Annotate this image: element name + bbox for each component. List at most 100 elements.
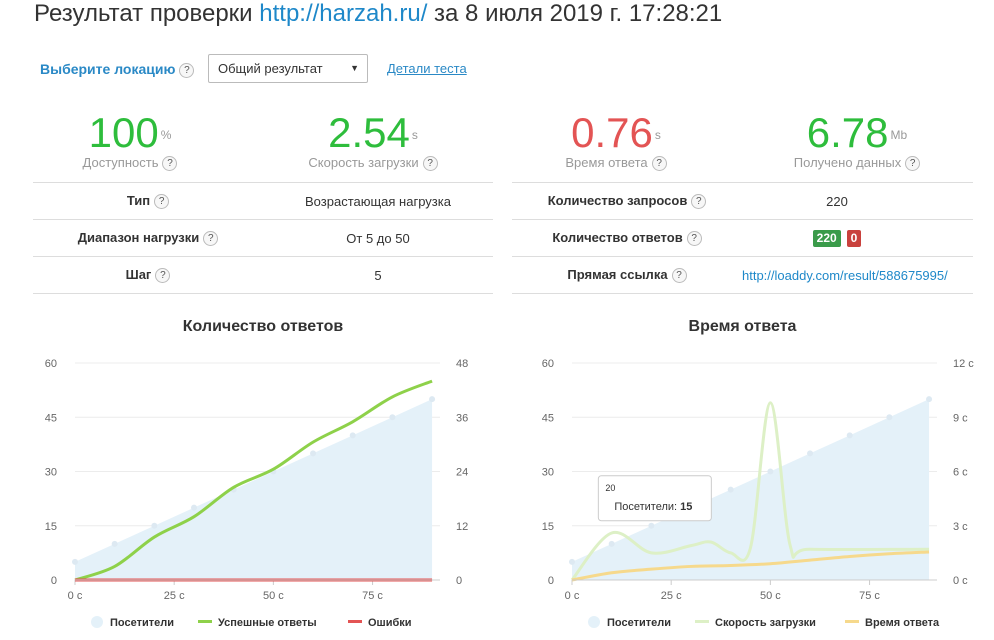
visitors-point — [648, 522, 655, 529]
test-details-link[interactable]: Детали теста — [387, 61, 467, 76]
y-right-tick-label: 0 с — [953, 575, 968, 587]
location-select-value: Общий результат — [218, 61, 323, 76]
help-icon[interactable]: ? — [691, 194, 707, 210]
tooltip-header: 20 — [605, 483, 615, 493]
y-right-tick-label: 48 — [456, 358, 468, 370]
chevron-down-icon: ▼ — [350, 63, 359, 73]
y-right-tick-label: 9 с — [953, 412, 968, 424]
visitors-point — [111, 540, 118, 547]
table-row: Диапазон нагрузки? От 5 до 50 — [33, 220, 493, 257]
visitors-point — [72, 558, 78, 565]
y-left-tick-label: 60 — [542, 358, 554, 370]
y-left-tick-label: 15 — [542, 521, 554, 533]
visitors-point — [310, 450, 317, 457]
table-row: Прямая ссылка? http://loaddy.com/result/… — [512, 257, 973, 294]
legend-item: Посетители — [588, 616, 671, 629]
visitors-point — [767, 468, 774, 475]
metric-availability: 100% Доступность? — [10, 109, 250, 172]
x-tick-label: 75 с — [362, 590, 383, 602]
x-tick-label: 25 с — [661, 590, 682, 602]
y-left-tick-label: 15 — [45, 521, 57, 533]
y-right-tick-label: 12 с — [953, 358, 974, 370]
y-left-tick-label: 30 — [45, 467, 57, 479]
tooltip-value: Посетители: 15 — [614, 501, 692, 513]
legend-item: Время ответа — [845, 617, 940, 629]
y-right-tick-label: 36 — [456, 412, 468, 424]
table-row: Тип? Возрастающая нагрузка — [33, 183, 493, 220]
direct-link[interactable]: http://loaddy.com/result/588675995/ — [742, 268, 948, 283]
location-select[interactable]: Общий результат ▼ — [208, 54, 368, 83]
metric-unit: s — [411, 128, 418, 142]
table-row: Количество ответов? 220 0 — [512, 220, 973, 257]
help-icon[interactable]: ? — [203, 231, 219, 247]
error-count-badge: 0 — [846, 229, 862, 247]
chart-title-response-time: Время ответа — [688, 318, 797, 335]
metric-value: 100 — [88, 109, 159, 156]
location-label: Выберите локацию? — [40, 61, 195, 78]
y-left-tick-label: 0 — [548, 575, 554, 587]
x-tick-label: 50 с — [760, 590, 781, 602]
test-params-table: Тип? Возрастающая нагрузка Диапазон нагр… — [33, 182, 493, 294]
metric-value: 6.78 — [806, 109, 889, 156]
visitors-point — [429, 396, 436, 403]
help-icon[interactable]: ? — [154, 194, 170, 210]
response-time-chart: 0 15 30 45 60 0 с 3 с 6 с 9 с 12 с 0 с 25 с 50 с 75 с… — [542, 358, 975, 629]
row-key: Тип — [126, 192, 151, 208]
legend-label: Успешные ответы — [218, 617, 317, 629]
row-key: Количество ответов — [552, 229, 683, 245]
y-right-tick-label: 3 с — [953, 521, 968, 533]
help-icon[interactable]: ? — [162, 156, 178, 172]
row-key: Количество запросов — [547, 192, 688, 208]
legend-marker — [348, 620, 362, 623]
visitors-point — [846, 432, 853, 439]
title-prefix: Результат проверки — [34, 0, 253, 27]
chart-title-responses: Количество ответов — [182, 318, 344, 335]
success-count-badge: 220 — [812, 229, 841, 247]
visitors-point — [569, 558, 575, 565]
legend-item: Скорость загрузки — [695, 617, 816, 629]
legend-marker — [695, 620, 709, 623]
y-left-tick-label: 30 — [542, 467, 554, 479]
metric-label: Время ответа — [565, 155, 648, 170]
visitors-point — [151, 522, 158, 529]
metric-unit: Mb — [890, 128, 908, 142]
visitors-point — [608, 540, 615, 547]
legend-item: Успешные ответы — [198, 617, 317, 629]
legend-marker — [198, 620, 212, 623]
results-table: Количество запросов? 220 Количество отве… — [512, 182, 973, 294]
legend-item: Ошибки — [348, 617, 412, 629]
help-icon[interactable]: ? — [686, 231, 702, 247]
legend-marker — [91, 616, 103, 628]
table-row: Шаг? 5 — [33, 257, 493, 294]
help-icon[interactable]: ? — [179, 62, 195, 78]
location-label-text: Выберите локацию — [40, 61, 176, 77]
y-left-tick-label: 45 — [45, 412, 57, 424]
tested-url-link[interactable]: http://harzah.ru/ — [259, 0, 427, 27]
y-left-tick-label: 45 — [542, 412, 554, 424]
x-tick-label: 75 с — [859, 590, 880, 602]
legend-label: Посетители — [110, 617, 174, 629]
row-value: 220 — [826, 193, 848, 209]
legend-item: Посетители — [91, 616, 174, 629]
row-key: Шаг — [125, 266, 152, 282]
metric-value: 0.76 — [571, 109, 653, 156]
metric-data-received: 6.78 Mb Получено данных? — [737, 109, 977, 172]
y-right-tick-label: 24 — [456, 467, 468, 479]
metric-label: Доступность — [82, 155, 159, 170]
legend-label: Скорость загрузки — [715, 617, 816, 629]
y-right-tick-label: 0 — [456, 575, 462, 587]
help-icon[interactable]: ? — [671, 268, 687, 284]
metric-label: Скорость загрузки — [308, 155, 419, 170]
help-icon[interactable]: ? — [651, 156, 667, 172]
help-icon[interactable]: ? — [155, 268, 171, 284]
help-icon[interactable]: ? — [905, 156, 921, 172]
help-icon[interactable]: ? — [422, 156, 438, 172]
title-date: за 8 июля 2019 г. 17:28:21 — [434, 0, 723, 27]
legend-label: Посетители — [607, 617, 671, 629]
metric-label: Получено данных — [793, 155, 902, 170]
responses-chart: 0 15 30 45 60 0 12 24 36 48 0 с 25 с 50 с 75 с Посетит… — [45, 358, 469, 629]
legend-label: Ошибки — [368, 617, 412, 629]
visitors-point — [807, 450, 814, 457]
legend-marker — [588, 616, 600, 628]
metric-unit: s — [654, 128, 661, 142]
